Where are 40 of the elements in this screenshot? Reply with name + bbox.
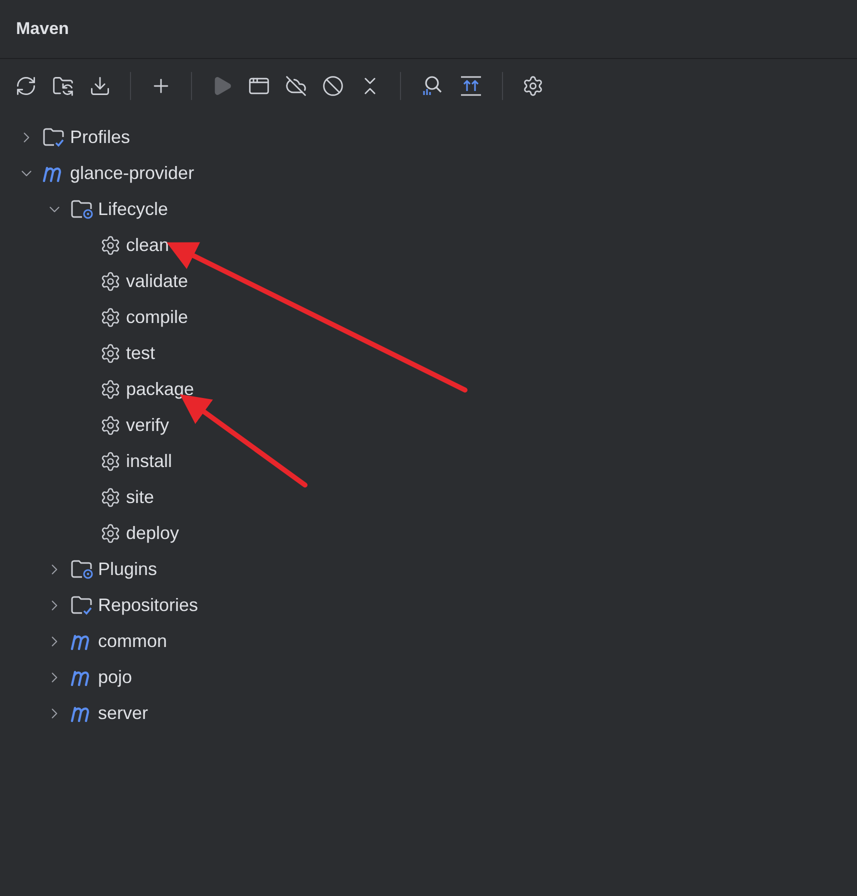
tree-item[interactable]: site — [126, 484, 154, 510]
folder-gear-icon — [70, 558, 94, 580]
folder-check-icon — [42, 126, 66, 148]
gear-icon — [100, 342, 120, 364]
gear-icon — [100, 378, 120, 400]
tree-item[interactable]: Repositories — [98, 592, 198, 618]
window-icon[interactable] — [248, 75, 270, 97]
tree-item[interactable]: compile — [126, 304, 188, 330]
gear-icon — [100, 486, 120, 508]
download-icon[interactable] — [89, 75, 111, 97]
align-icon[interactable] — [459, 74, 483, 98]
tree-item[interactable]: server — [98, 700, 148, 726]
settings-icon[interactable] — [522, 75, 544, 97]
tree-item[interactable]: common — [98, 628, 168, 654]
gear-icon — [100, 414, 120, 436]
analyze-icon[interactable] — [420, 74, 444, 98]
gear-icon — [100, 234, 120, 256]
gear-icon — [100, 450, 120, 472]
cloud-off-icon[interactable] — [285, 75, 307, 97]
tree-item[interactable]: validate — [126, 268, 188, 294]
tree-item[interactable]: Lifecycle — [98, 196, 168, 222]
gear-icon — [100, 270, 120, 292]
tree-item[interactable]: install — [126, 448, 172, 474]
tree-item[interactable]: Plugins — [98, 556, 158, 582]
gear-icon — [100, 306, 120, 328]
tree-item[interactable]: clean — [126, 232, 170, 258]
panel-title: Maven — [16, 18, 69, 40]
folder-sync-icon[interactable] — [52, 75, 74, 97]
tree-item[interactable]: package — [126, 376, 194, 402]
tree-item[interactable]: pojo — [98, 664, 132, 690]
folder-check-icon — [70, 594, 94, 616]
ban-icon[interactable] — [322, 75, 344, 97]
folder-gear-icon — [70, 198, 94, 220]
reload-icon[interactable] — [15, 75, 37, 97]
tree-item[interactable]: Profiles — [70, 124, 130, 150]
tree-item[interactable]: verify — [126, 412, 170, 438]
tree-item[interactable]: deploy — [126, 520, 180, 546]
tree-item[interactable]: test — [126, 340, 156, 366]
gear-icon — [100, 522, 120, 544]
tree-item[interactable]: glance-provider — [70, 160, 194, 186]
